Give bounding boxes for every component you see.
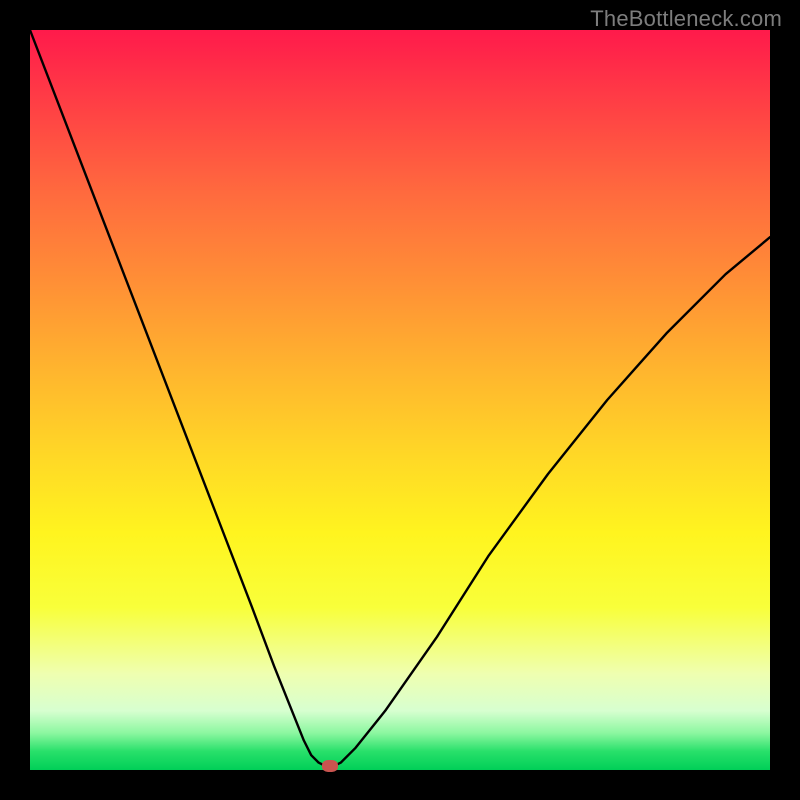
bottleneck-curve [30,30,770,766]
plot-area [30,30,770,770]
watermark-text: TheBottleneck.com [590,6,782,32]
chart-frame: TheBottleneck.com [0,0,800,800]
min-point-marker [322,760,338,772]
curve-svg [30,30,770,770]
